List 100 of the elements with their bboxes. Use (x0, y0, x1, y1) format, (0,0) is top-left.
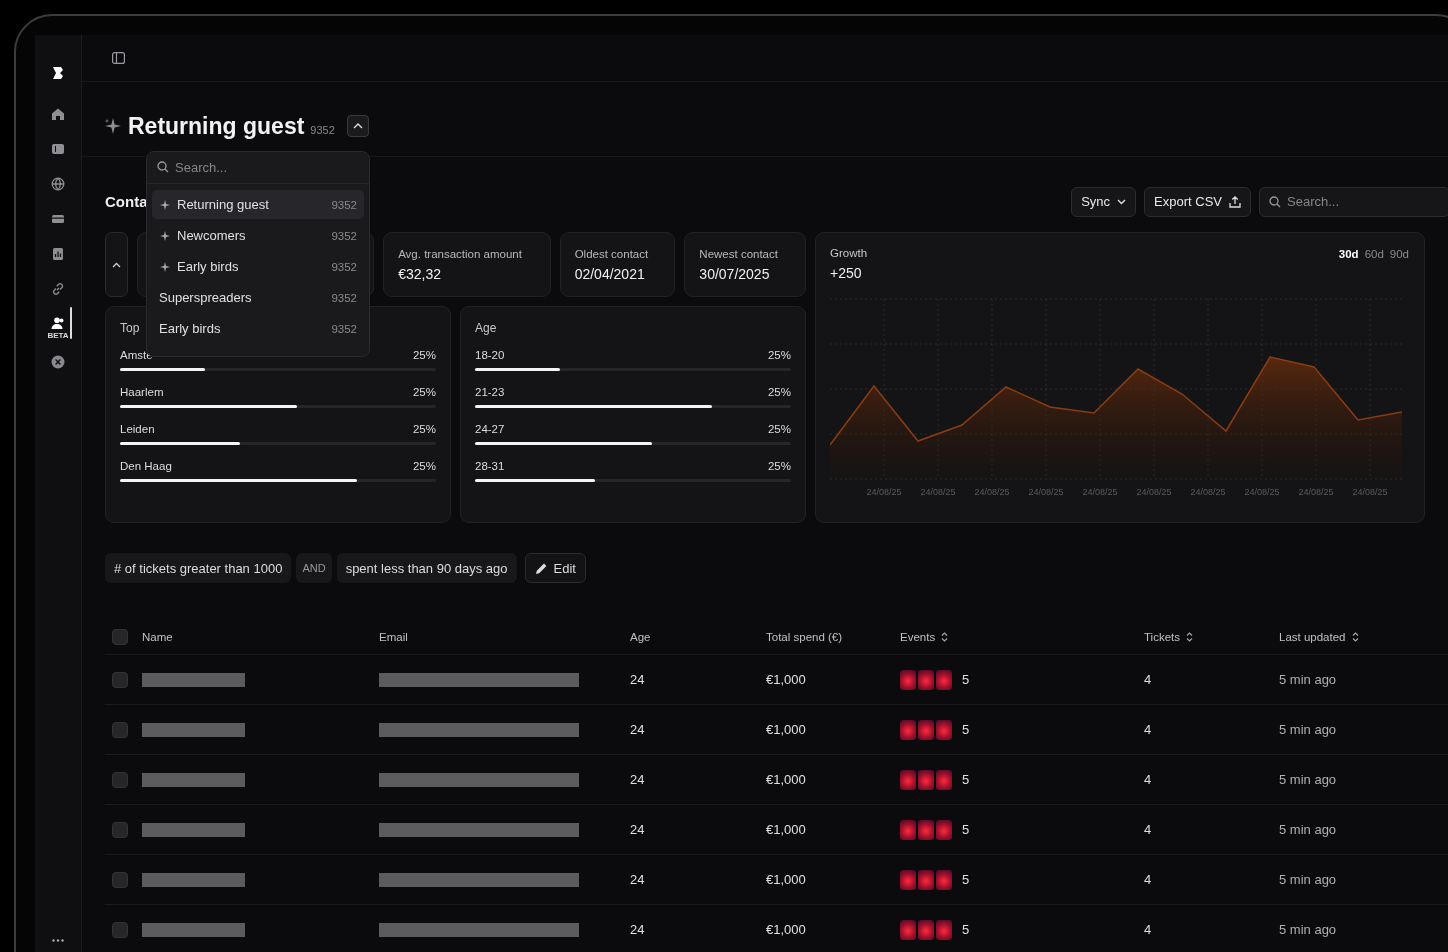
table-cell: 24 (630, 872, 645, 887)
users-icon (51, 317, 65, 330)
filter-chip[interactable]: spent less than 90 days ago (336, 553, 517, 583)
active-indicator (70, 307, 72, 339)
axis-label: 24/08/25 (1351, 487, 1389, 497)
photo-placeholder (918, 869, 934, 890)
search-field[interactable]: Search... (1259, 186, 1448, 217)
table-cell: 4 (1144, 772, 1152, 787)
collapse-button[interactable] (346, 115, 369, 137)
close-icon (51, 355, 65, 369)
axis-label: 24/08/25 (1027, 487, 1065, 497)
table-cell: 24 (630, 922, 645, 937)
bar-label: 28-31 (475, 460, 505, 472)
filter-chip[interactable]: # of tickets greater than 1000 (105, 553, 292, 583)
upload-icon (1229, 195, 1241, 208)
column-header[interactable]: Total spend (€) (766, 630, 843, 643)
chevron-up-icon (111, 261, 121, 268)
table-cell: 24 (630, 772, 645, 787)
link-icon (51, 282, 65, 296)
range-tab[interactable]: 30d (1337, 247, 1360, 261)
growth-label: Growth (830, 247, 868, 259)
photo-placeholder (918, 669, 934, 690)
axis-label: 24/08/25 (865, 487, 903, 497)
photo-placeholder (936, 669, 952, 690)
row-checkbox[interactable] (112, 721, 128, 738)
dropdown-item[interactable]: Early birds 9352 (152, 314, 364, 343)
row-checkbox[interactable] (112, 771, 128, 788)
photo-placeholder (936, 719, 952, 740)
home-icon (51, 107, 65, 121)
table-cell: 5 min ago (1279, 672, 1337, 687)
table-cell: 5 min ago (1279, 822, 1337, 837)
table-cell: €1,000 (766, 722, 806, 737)
stat-label: Avg. transaction amount (398, 247, 523, 260)
axis-label: 24/08/25 (1297, 487, 1335, 497)
operator-chip: AND (296, 553, 332, 583)
bar-label: 18-20 (475, 349, 505, 361)
edit-button[interactable]: Edit (524, 553, 586, 583)
sort-icon (1186, 631, 1193, 642)
range-tab[interactable]: 90d (1388, 247, 1410, 261)
section-title: Conta (105, 193, 148, 210)
bar-value: 25% (412, 460, 436, 472)
column-header[interactable]: Age (630, 630, 651, 643)
table-cell: 24 (630, 672, 645, 687)
chevron-down-icon (1117, 198, 1127, 205)
table-cell: 5 (962, 822, 970, 837)
logo-icon (51, 66, 65, 80)
table-cell: €1,000 (766, 872, 806, 887)
select-all-checkbox[interactable] (112, 628, 128, 645)
sort-icon (941, 631, 949, 642)
bar-chart-icon (51, 247, 65, 261)
photo-placeholder (900, 869, 916, 890)
dropdown-item[interactable]: Returning guest 9352 (152, 190, 364, 219)
table-cell: 5 min ago (1279, 922, 1337, 937)
column-header[interactable]: Email (379, 630, 408, 643)
range-tab[interactable]: 60d (1363, 247, 1385, 261)
bar-label: Den Haag (120, 460, 172, 472)
column-header[interactable]: Last updated (1279, 630, 1359, 643)
photo-placeholder (918, 819, 934, 840)
bar-label: Leiden (120, 423, 155, 435)
row-checkbox[interactable] (112, 921, 128, 938)
table-cell: 5 (962, 922, 970, 937)
bar-value: 25% (767, 423, 791, 435)
table-cell: 4 (1144, 872, 1152, 887)
dropdown-item[interactable]: Newcomers 9352 (152, 221, 364, 250)
photo-placeholder (936, 869, 952, 890)
row-checkbox[interactable] (112, 671, 128, 688)
sync-button[interactable]: Sync (1071, 186, 1137, 217)
axis-label: 24/08/25 (1189, 487, 1227, 497)
segment-count: 9352 (310, 124, 335, 136)
card-title: Age (475, 321, 497, 335)
bar-value: 25% (767, 349, 791, 361)
column-header[interactable]: Name (142, 630, 173, 643)
chevron-up-icon (352, 123, 363, 129)
table-cell: €1,000 (766, 772, 806, 787)
photo-placeholder (900, 919, 916, 940)
table-cell: €1,000 (766, 822, 806, 837)
export-csv-button[interactable]: Export CSV (1144, 186, 1251, 217)
row-checkbox[interactable] (112, 821, 128, 838)
axis-label: 24/08/25 (919, 487, 957, 497)
row-checkbox[interactable] (112, 871, 128, 888)
bar-value: 25% (767, 386, 791, 398)
bar-value: 25% (412, 386, 436, 398)
table-cell: 5 (962, 722, 970, 737)
column-header[interactable]: Tickets (1144, 630, 1193, 643)
table-cell: 4 (1144, 722, 1152, 737)
more-icon[interactable] (52, 939, 64, 942)
table-cell: 5 (962, 672, 970, 687)
bar-label: 21-23 (475, 386, 505, 398)
table-cell: 4 (1144, 672, 1152, 687)
column-header[interactable]: Events (900, 630, 949, 643)
dropdown-item[interactable]: Superspreaders 9352 (152, 283, 364, 312)
photo-placeholder (900, 669, 916, 690)
sidebar-toggle-icon[interactable] (112, 52, 125, 64)
sort-icon (1351, 631, 1359, 642)
photo-placeholder (936, 769, 952, 790)
segment-title: Returning guest (128, 112, 305, 140)
axis-label: 24/08/25 (1081, 487, 1119, 497)
stat-label: Newest contact (699, 247, 779, 260)
dropdown-item[interactable]: Early birds 9352 (152, 252, 364, 281)
bar-label: 24-27 (475, 423, 505, 435)
